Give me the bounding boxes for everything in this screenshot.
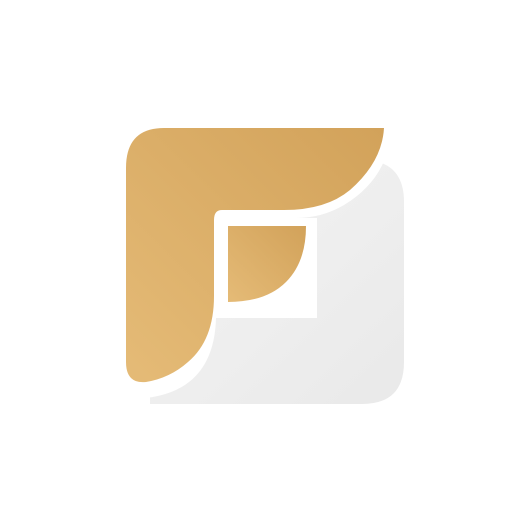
app-icon-canvas xyxy=(0,0,512,512)
letter-f-logo-icon xyxy=(116,120,404,404)
